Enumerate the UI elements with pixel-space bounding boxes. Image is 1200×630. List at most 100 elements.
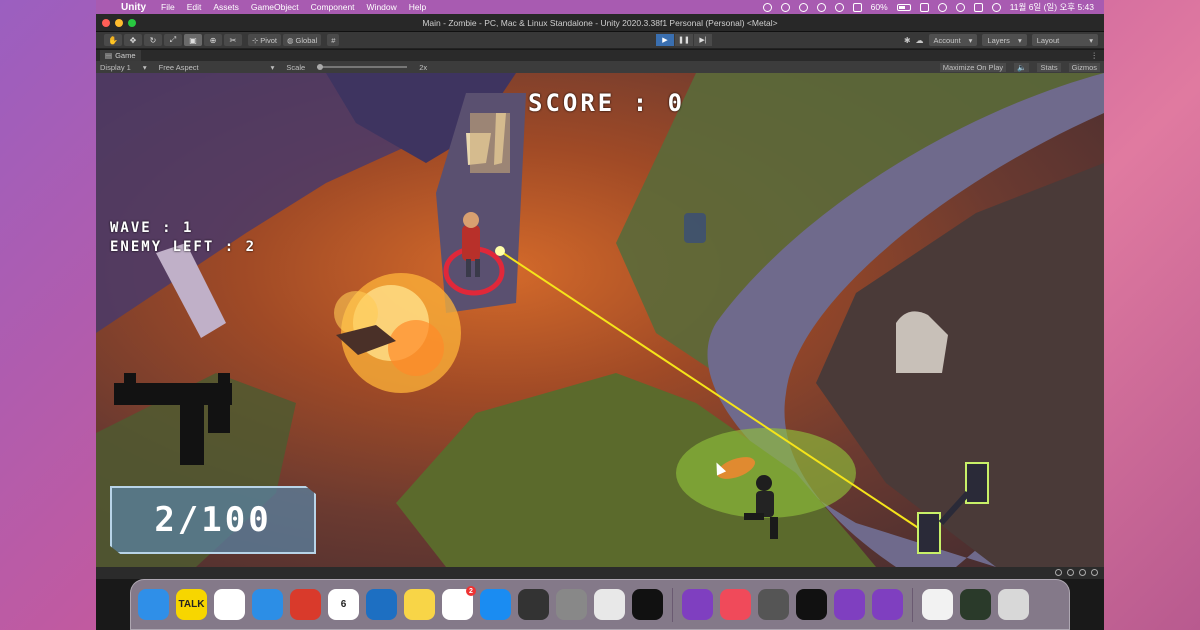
record-icon[interactable]: [762, 2, 772, 12]
global-toggle[interactable]: ◍ Global: [282, 34, 322, 46]
dock-reminders-icon[interactable]: 2: [442, 586, 476, 620]
clock-icon[interactable]: [834, 2, 844, 12]
dock-calculator-icon[interactable]: [518, 589, 549, 620]
account-dropdown[interactable]: Account ▾: [928, 34, 978, 46]
chevron-down-icon: ▾: [1017, 35, 1022, 45]
hand-tool-icon[interactable]: ✋: [104, 34, 122, 46]
ammo-count: 2/100: [154, 500, 272, 540]
menu-gameobject[interactable]: GameObject: [251, 2, 299, 12]
global-label: Global: [295, 35, 318, 45]
dock-safari-icon[interactable]: [252, 589, 283, 620]
game-tab-bar: ▤ Game ⋮: [96, 50, 1104, 61]
menu-assets[interactable]: Assets: [213, 2, 239, 12]
user-icon[interactable]: [973, 2, 983, 12]
aspect-dropdown[interactable]: Free Aspect: [159, 63, 199, 72]
step-button[interactable]: ▶|: [694, 34, 712, 46]
dock-visual-studio-2-icon[interactable]: [834, 589, 865, 620]
menu-window[interactable]: Window: [367, 2, 397, 12]
hud-enemy-left: ENEMY LEFT : 2: [110, 239, 257, 255]
dock-unity-doc-icon[interactable]: [922, 589, 953, 620]
dock-remote-desktop-icon[interactable]: [290, 589, 321, 620]
dock-vscode-icon[interactable]: [366, 589, 397, 620]
rotate-tool-icon[interactable]: ↻: [144, 34, 162, 46]
stats-toggle[interactable]: Stats: [1037, 62, 1061, 72]
rect-tool-icon[interactable]: ▣: [184, 34, 202, 46]
dock-terminal-icon[interactable]: [632, 589, 663, 620]
window-titlebar: Main - Zombie - PC, Mac & Linux Standalo…: [96, 14, 1104, 32]
dock-calendar-icon[interactable]: 6: [328, 589, 359, 620]
notification-icon[interactable]: [1091, 569, 1098, 576]
chevron-down-icon: ▾: [270, 62, 275, 72]
scale-tool-icon[interactable]: ⤢: [164, 34, 182, 46]
scale-slider[interactable]: [317, 64, 408, 70]
grid-snap-button[interactable]: #: [327, 34, 340, 46]
window-title: Main - Zombie - PC, Mac & Linux Standalo…: [422, 17, 778, 28]
gamepad-icon: ▤: [105, 51, 113, 60]
settings-icon[interactable]: [1079, 569, 1086, 576]
pivot-icon: ⊹: [252, 35, 259, 45]
play-button[interactable]: ▶: [656, 34, 674, 46]
keyboard-input-icon[interactable]: [852, 2, 862, 12]
wifi-icon[interactable]: [937, 2, 947, 12]
kebab-menu-icon[interactable]: ⋮: [1091, 51, 1105, 60]
menubar-clock[interactable]: 11월 6일 (일) 오후 5:43: [1010, 1, 1094, 13]
dock-finder-icon[interactable]: [138, 589, 169, 620]
dock-unity-hub-icon[interactable]: [758, 589, 789, 620]
siri-icon[interactable]: [991, 2, 1001, 12]
dock-screenshot-icon[interactable]: [960, 589, 991, 620]
dock-kakaotalk-icon[interactable]: TALK: [176, 589, 207, 620]
menu-file[interactable]: File: [161, 2, 175, 12]
chevron-down-icon: ▾: [1089, 35, 1093, 45]
unity-toolbar: ✋ ✥ ↻ ⤢ ▣ ⊕ ✂ ⊹ Pivot ◍ Global # ▶ ❚❚ ▶|…: [96, 32, 1104, 49]
reminders-badge: 2: [466, 586, 476, 596]
adobe-icon[interactable]: [816, 2, 826, 12]
dock-trash-icon[interactable]: [998, 589, 1029, 620]
menu-help[interactable]: Help: [409, 2, 426, 12]
account-label: Account: [933, 35, 961, 45]
layout-dropdown[interactable]: Layout ▾: [1031, 34, 1098, 46]
dock-visual-studio-icon[interactable]: [682, 589, 713, 620]
minimize-window-button[interactable]: [115, 18, 123, 27]
progress-icon[interactable]: [1055, 569, 1062, 576]
game-viewport[interactable]: SCORE : 0 WAVE : 1 ENEMY LEFT : 2 2/100: [96, 73, 1104, 567]
sync-icon[interactable]: [780, 2, 790, 12]
transform-tool-icon[interactable]: ⊕: [204, 34, 222, 46]
mute-audio-icon[interactable]: 🔈: [1014, 62, 1030, 72]
dock-app-store-icon[interactable]: [480, 589, 511, 620]
menu-component[interactable]: Component: [311, 2, 355, 12]
dock-system-preferences-icon[interactable]: [556, 589, 587, 620]
debug-icon[interactable]: [1067, 569, 1074, 576]
maximize-on-play-toggle[interactable]: Maximize On Play: [939, 62, 1007, 72]
display-dropdown[interactable]: Display 1: [100, 63, 131, 72]
layers-dropdown[interactable]: Layers ▾: [982, 34, 1027, 46]
custom-tool-icon[interactable]: ✂: [224, 34, 242, 46]
cloud-icon[interactable]: ☁: [916, 36, 924, 45]
zoom-window-button[interactable]: [128, 18, 136, 27]
dock-visual-studio-3-icon[interactable]: [872, 589, 903, 620]
globe-icon: ◍: [286, 35, 294, 45]
collab-icon[interactable]: ✱: [904, 36, 911, 45]
dock-kakaotalk-label: TALK: [178, 599, 205, 610]
menu-edit[interactable]: Edit: [187, 2, 202, 12]
scale-slider-thumb[interactable]: [317, 64, 324, 70]
pivot-toggle[interactable]: ⊹ Pivot: [248, 34, 281, 46]
grid-icon: #: [331, 35, 336, 45]
dock-separator: [672, 587, 673, 622]
dock-unity-icon[interactable]: [796, 589, 827, 620]
tab-game[interactable]: ▤ Game: [100, 50, 141, 61]
dock-chrome-icon[interactable]: [214, 589, 245, 620]
chevron-down-icon: ▾: [968, 35, 973, 45]
control-center-icon[interactable]: [919, 2, 929, 12]
dock-notes-icon[interactable]: [404, 589, 435, 620]
dock-launchpad-icon[interactable]: [594, 589, 625, 620]
move-tool-icon[interactable]: ✥: [124, 34, 142, 46]
hud-wave: WAVE : 1: [110, 220, 194, 236]
spotlight-search-icon[interactable]: [955, 2, 965, 12]
creative-cloud-icon[interactable]: [798, 2, 808, 12]
dock-music-icon[interactable]: [720, 589, 751, 620]
gizmos-toggle[interactable]: Gizmos: [1068, 62, 1100, 72]
battery-icon[interactable]: [896, 3, 911, 11]
close-window-button[interactable]: [102, 18, 110, 27]
unity-status-bar: [96, 567, 1104, 579]
pause-button[interactable]: ❚❚: [675, 34, 693, 46]
